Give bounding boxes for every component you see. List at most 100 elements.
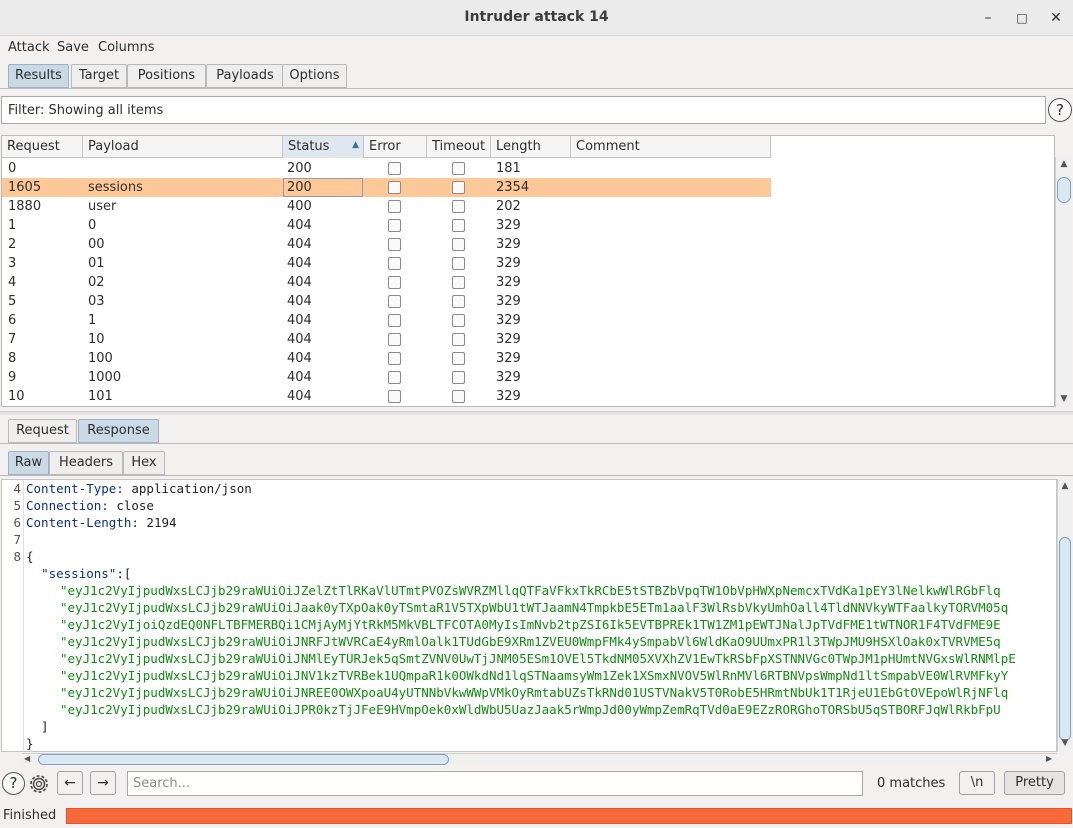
newline-toggle-button[interactable]: \n (959, 771, 995, 795)
line-number: 7 (13, 532, 21, 547)
table-row[interactable]: 8 100 404 329 (2, 349, 771, 368)
maximize-button[interactable]: □ (1012, 8, 1032, 28)
error-checkbox[interactable] (388, 352, 401, 365)
cell-length: 329 (496, 389, 521, 404)
gear-icon[interactable] (27, 772, 51, 796)
timeout-checkbox[interactable] (452, 314, 465, 327)
response-line: Connection: close (26, 498, 154, 513)
table-row[interactable]: 2 00 404 329 (2, 235, 771, 254)
column-request[interactable]: Request (2, 136, 83, 158)
column-payload[interactable]: Payload (83, 136, 283, 158)
table-row[interactable]: 10 101 404 329 (2, 387, 771, 406)
error-checkbox[interactable] (388, 314, 401, 327)
table-row[interactable]: 7 10 404 329 (2, 330, 771, 349)
response-hscroll-thumb[interactable] (38, 754, 449, 765)
tab-raw[interactable]: Raw (8, 451, 49, 475)
column-status[interactable]: Status ▲ (283, 136, 364, 158)
menu-columns[interactable]: Columns (98, 40, 155, 55)
timeout-checkbox[interactable] (452, 257, 465, 270)
table-row[interactable]: 6 1 404 329 (2, 311, 771, 330)
table-row[interactable]: 3 01 404 329 (2, 254, 771, 273)
timeout-checkbox[interactable] (452, 200, 465, 213)
pane-splitter[interactable] (0, 411, 1073, 415)
table-row[interactable]: 1880 user 400 202 (2, 197, 771, 216)
table-row[interactable]: 4 02 404 329 (2, 273, 771, 292)
scroll-right-icon[interactable]: ▶ (1046, 754, 1052, 763)
error-checkbox[interactable] (388, 200, 401, 213)
results-scroll-thumb[interactable] (1057, 177, 1071, 203)
previous-match-button[interactable]: ← (57, 771, 83, 795)
column-comment[interactable]: Comment (571, 136, 771, 158)
menu-attack[interactable]: Attack (8, 40, 50, 55)
tab-headers[interactable]: Headers (49, 451, 123, 475)
session-token: "eyJ1c2VyIjpudWxsLCJjb29raWUiOiJNREE0OWX… (60, 685, 1009, 700)
next-match-button[interactable]: → (90, 771, 116, 795)
results-scrollbar[interactable]: ▲ ▼ (1055, 157, 1072, 407)
tab-request[interactable]: Request (8, 419, 77, 443)
cell-status: 404 (287, 313, 312, 328)
cell-request: 2 (8, 237, 17, 252)
error-checkbox[interactable] (388, 257, 401, 270)
scroll-up-icon[interactable]: ▲ (1058, 481, 1072, 491)
cell-length: 329 (496, 237, 521, 252)
tab-positions[interactable]: Positions (127, 64, 206, 88)
error-checkbox[interactable] (388, 181, 401, 194)
timeout-checkbox[interactable] (452, 276, 465, 289)
tab-response[interactable]: Response (78, 419, 159, 443)
pretty-toggle-button[interactable]: Pretty (1004, 771, 1065, 795)
json-punct: :[ (116, 566, 132, 581)
table-row[interactable]: 1605 sessions 200 2354 (2, 178, 771, 197)
column-error[interactable]: Error (364, 136, 427, 158)
search-input[interactable] (127, 771, 863, 796)
timeout-checkbox[interactable] (452, 219, 465, 232)
tab-results[interactable]: Results (8, 64, 69, 88)
scroll-up-icon[interactable]: ▲ (1057, 159, 1071, 169)
timeout-checkbox[interactable] (452, 238, 465, 251)
error-checkbox[interactable] (388, 295, 401, 308)
table-row[interactable]: 1 0 404 329 (2, 216, 771, 235)
scroll-down-icon[interactable]: ▼ (1057, 394, 1071, 404)
response-editor[interactable]: Content-Type: application/json Connection… (1, 479, 1057, 752)
filter-bar[interactable]: Filter: Showing all items (1, 96, 1046, 124)
table-row[interactable]: 5 03 404 329 (2, 292, 771, 311)
timeout-checkbox[interactable] (452, 371, 465, 384)
timeout-checkbox[interactable] (452, 390, 465, 403)
scroll-left-icon[interactable]: ◀ (24, 754, 30, 763)
tab-options[interactable]: Options (282, 64, 347, 88)
menu-save[interactable]: Save (57, 40, 89, 55)
cell-length: 329 (496, 294, 521, 309)
error-checkbox[interactable] (388, 276, 401, 289)
column-timeout[interactable]: Timeout (427, 136, 491, 158)
error-checkbox[interactable] (388, 219, 401, 232)
cell-status: 404 (287, 275, 312, 290)
timeout-checkbox[interactable] (452, 352, 465, 365)
close-button[interactable]: ✕ (1046, 8, 1066, 28)
tab-payloads[interactable]: Payloads (206, 64, 284, 88)
timeout-checkbox[interactable] (452, 333, 465, 346)
error-checkbox[interactable] (388, 162, 401, 175)
response-scroll-thumb[interactable] (1059, 537, 1071, 741)
cell-status: 404 (287, 351, 312, 366)
table-row[interactable]: 9 1000 404 329 (2, 368, 771, 387)
error-checkbox[interactable] (388, 238, 401, 251)
timeout-checkbox[interactable] (452, 162, 465, 175)
response-scrollbar[interactable]: ▲ ▼ (1057, 479, 1072, 752)
response-hscrollbar[interactable]: ◀ ▶ (22, 753, 1057, 765)
error-checkbox[interactable] (388, 371, 401, 384)
scroll-down-icon[interactable]: ▼ (1058, 738, 1072, 748)
error-checkbox[interactable] (388, 333, 401, 346)
cell-payload: user (88, 199, 117, 214)
cell-request: 4 (8, 275, 17, 290)
minimize-button[interactable]: – (978, 8, 998, 28)
timeout-checkbox[interactable] (452, 181, 465, 194)
tab-target[interactable]: Target (71, 64, 127, 88)
timeout-checkbox[interactable] (452, 295, 465, 308)
error-checkbox[interactable] (388, 390, 401, 403)
table-row[interactable]: 0 200 181 (2, 159, 771, 178)
tab-hex[interactable]: Hex (123, 451, 165, 475)
cell-length: 329 (496, 332, 521, 347)
help-icon[interactable]: ? (1048, 98, 1072, 122)
column-length[interactable]: Length (491, 136, 571, 158)
cell-payload: 0 (88, 218, 97, 233)
help-icon[interactable]: ? (2, 772, 25, 795)
